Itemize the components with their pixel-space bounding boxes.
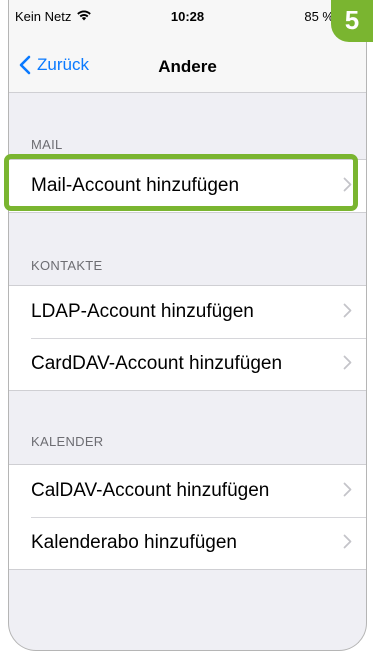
navigation-bar: Zurück Andere — [9, 34, 366, 93]
group-kalender: CalDAV-Account hinzufügen Kalenderabo hi… — [9, 464, 366, 570]
section-header-kalender: KALENDER — [31, 434, 104, 449]
chevron-right-icon — [343, 355, 352, 370]
list-item-ldap-account[interactable]: LDAP-Account hinzufügen — [9, 286, 366, 338]
step-badge: 5 — [331, 0, 373, 42]
chevron-right-icon — [343, 534, 352, 549]
list-item-label: LDAP-Account hinzufügen — [31, 301, 254, 322]
status-bar: Kein Netz 10:28 85 % — [9, 0, 366, 34]
chevron-right-icon — [343, 303, 352, 318]
chevron-right-icon — [343, 482, 352, 497]
highlight-frame — [4, 154, 358, 211]
group-kontakte: LDAP-Account hinzufügen CardDAV-Account … — [9, 285, 366, 391]
list-item-label: CardDAV-Account hinzufügen — [31, 353, 283, 374]
list-item-label: CalDAV-Account hinzufügen — [31, 480, 270, 501]
list-item-carddav-account[interactable]: CardDAV-Account hinzufügen — [9, 338, 366, 390]
page-title: Andere — [158, 57, 217, 76]
list-item-label: Kalenderabo hinzufügen — [31, 532, 238, 553]
section-header-kontakte: KONTAKTE — [31, 258, 103, 273]
battery-percent: 85 % — [304, 9, 334, 24]
list-item-kalenderabo[interactable]: Kalenderabo hinzufügen — [9, 517, 366, 569]
list-item-caldav-account[interactable]: CalDAV-Account hinzufügen — [9, 465, 366, 517]
section-header-mail: MAIL — [31, 137, 63, 152]
phone-screen: Kein Netz 10:28 85 % Zurück Andere MAIL … — [8, 0, 367, 651]
